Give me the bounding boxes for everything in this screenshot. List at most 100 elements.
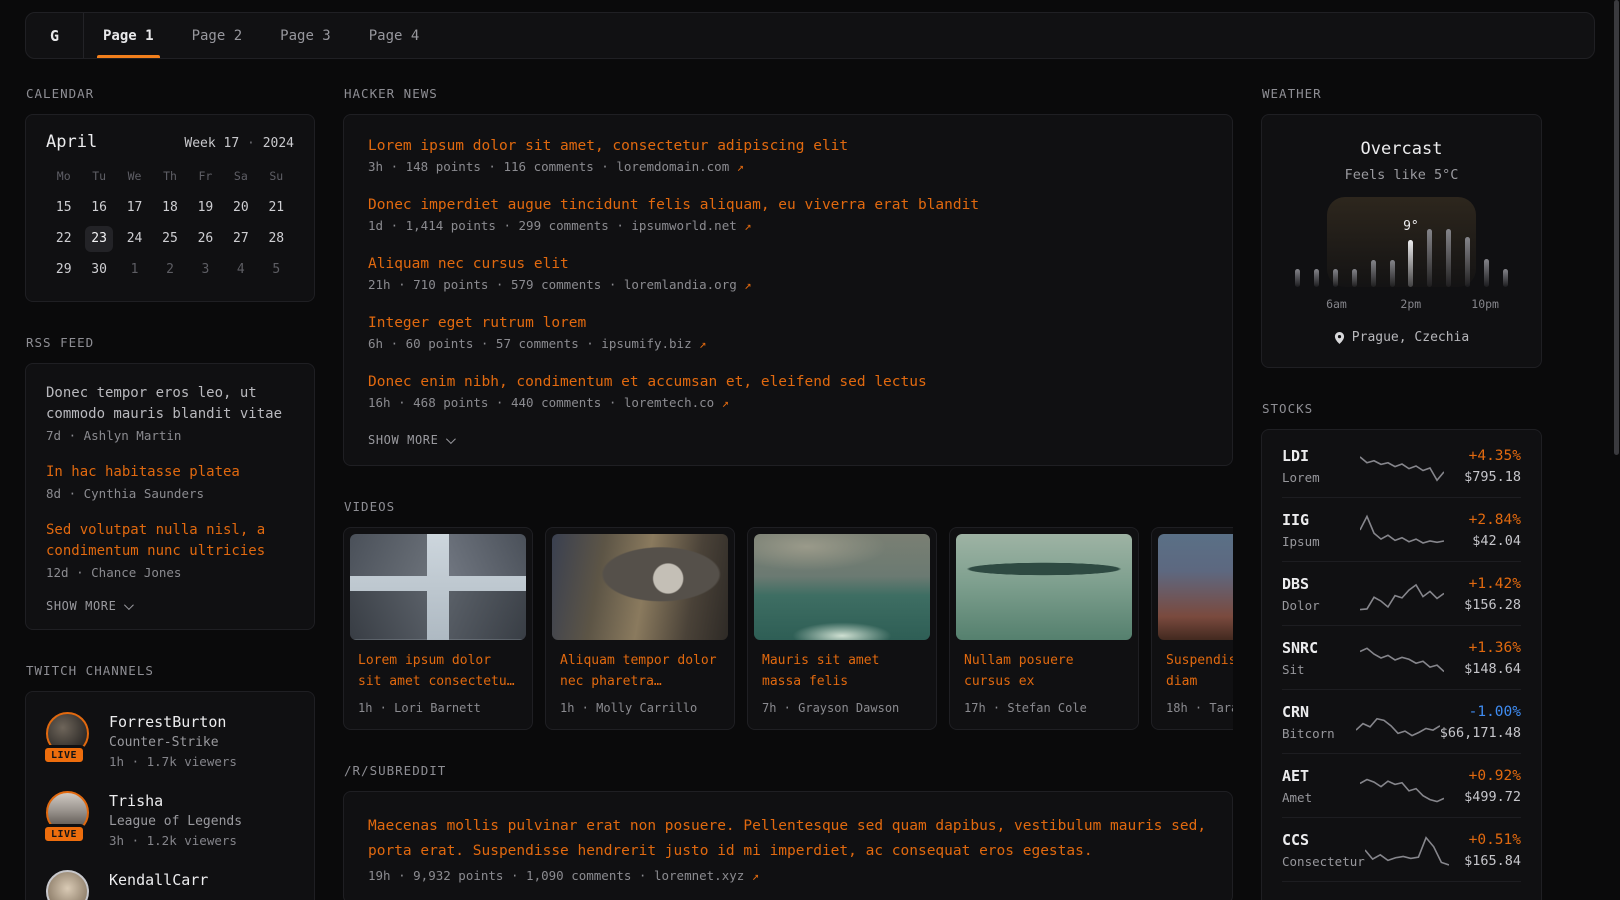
page: G Page 1 Page 2 Page 3 Page 4 CALENDAR A… bbox=[0, 0, 1620, 900]
twitch-channel-row[interactable]: LIVE ForrestBurton Counter-Strike 1h · 1… bbox=[46, 712, 294, 769]
right-column: WEATHER Overcast Feels like 5°C 9° 6am2p… bbox=[1261, 86, 1542, 900]
rss-item-meta: 7d · Ashlyn Martin bbox=[46, 428, 294, 443]
calendar-day: 23 bbox=[85, 226, 113, 252]
weather-bar bbox=[1333, 269, 1338, 287]
calendar-day: 27 bbox=[227, 226, 255, 252]
video-title: Nullam posuere cursus ex bbox=[964, 651, 1124, 693]
video-title: Aliquam tempor dolor nec pharetra… bbox=[560, 651, 720, 693]
calendar-day: 15 bbox=[50, 195, 78, 221]
weather-feels-like: Feels like 5°C bbox=[1286, 167, 1517, 183]
weather-time-labels: 6am2pm10pm bbox=[1290, 297, 1513, 313]
stock-change: +1.36% bbox=[1444, 640, 1522, 656]
scrollbar-thumb[interactable] bbox=[1614, 0, 1619, 455]
stock-ticker: CRN bbox=[1282, 703, 1356, 721]
weather-time-label: 6am bbox=[1326, 297, 1347, 311]
hn-item-title[interactable]: Donec enim nibh, condimentum et accumsan… bbox=[368, 374, 1208, 390]
video-title: Suspendis diam bbox=[1166, 651, 1233, 693]
calendar-day: 4 bbox=[227, 257, 255, 283]
live-badge: LIVE bbox=[42, 824, 86, 844]
stock-change: +0.92% bbox=[1444, 768, 1522, 784]
videos-row: Lorem ipsum dolor sit amet consectetu… 1… bbox=[343, 527, 1233, 730]
stock-change: +4.35% bbox=[1444, 448, 1522, 464]
stock-row: SNRC Sit +1.36% $148.64 bbox=[1282, 625, 1521, 689]
video-meta: 1h · Lori Barnett bbox=[358, 701, 518, 715]
calendar-month: April bbox=[46, 132, 97, 152]
weather-widget: Overcast Feels like 5°C 9° 6am2pm10pm Pr… bbox=[1261, 114, 1542, 368]
app-logo[interactable]: G bbox=[26, 13, 84, 58]
twitch-channel-row[interactable]: LIVE Trisha League of Legends 3h · 1.2k … bbox=[46, 791, 294, 848]
tab-page-2[interactable]: Page 2 bbox=[173, 13, 262, 58]
rss-item-title[interactable]: Sed volutpat nulla nisl, a condimentum n… bbox=[46, 520, 294, 562]
tab-page-4[interactable]: Page 4 bbox=[350, 13, 439, 58]
stock-sparkline bbox=[1360, 768, 1444, 804]
videos-heading: VIDEOS bbox=[344, 499, 1233, 514]
weather-heading: WEATHER bbox=[1262, 86, 1542, 101]
hn-item-meta: 3h · 148 points · 116 comments · loremdo… bbox=[368, 159, 1208, 174]
stocks-heading: STOCKS bbox=[1262, 401, 1542, 416]
twitch-widget: LIVE ForrestBurton Counter-Strike 1h · 1… bbox=[25, 691, 315, 900]
rss-item-title[interactable]: In hac habitasse platea bbox=[46, 462, 294, 483]
topbar: G Page 1 Page 2 Page 3 Page 4 bbox=[25, 12, 1595, 59]
chevron-down-icon bbox=[446, 434, 456, 444]
stock-sparkline bbox=[1356, 704, 1440, 740]
weather-time-label: 2pm bbox=[1400, 297, 1421, 311]
calendar-day: 3 bbox=[191, 257, 219, 283]
video-card[interactable]: Mauris sit amet massa felis 7h · Grayson… bbox=[747, 527, 937, 730]
rss-show-more-button[interactable]: SHOW MORE bbox=[46, 599, 294, 613]
external-link-icon[interactable]: ↗ bbox=[737, 160, 744, 174]
weather-bar bbox=[1352, 269, 1357, 287]
stock-ticker: DBS bbox=[1282, 575, 1360, 593]
hn-item: Lorem ipsum dolor sit amet, consectetur … bbox=[368, 138, 1208, 174]
hn-show-more-button[interactable]: SHOW MORE bbox=[368, 433, 1208, 447]
stock-row: AET Amet +0.92% $499.72 bbox=[1282, 753, 1521, 817]
video-card[interactable]: Nullam posuere cursus ex 17h · Stefan Co… bbox=[949, 527, 1139, 730]
stock-price: $148.64 bbox=[1444, 661, 1522, 677]
stock-price: $499.72 bbox=[1444, 789, 1522, 805]
hn-item-title[interactable]: Lorem ipsum dolor sit amet, consectetur … bbox=[368, 138, 1208, 154]
twitch-channel-meta: 1h · 1.7k viewers bbox=[109, 754, 237, 769]
weather-bar bbox=[1465, 237, 1470, 287]
video-card[interactable]: Aliquam tempor dolor nec pharetra… 1h · … bbox=[545, 527, 735, 730]
stock-row: DBSDolor +1.42%$156.28 bbox=[1282, 561, 1521, 625]
tab-label: Page 4 bbox=[369, 28, 420, 44]
weather-bar bbox=[1427, 229, 1432, 287]
stock-name: Amet bbox=[1282, 790, 1360, 805]
stock-ticker: CCS bbox=[1282, 831, 1365, 849]
twitch-channel-row[interactable]: KendallCarr bbox=[46, 870, 294, 900]
video-thumbnail bbox=[1158, 534, 1233, 640]
weather-bar bbox=[1484, 259, 1489, 287]
external-link-icon[interactable]: ↗ bbox=[744, 278, 751, 292]
hn-item-title[interactable]: Aliquam nec cursus elit bbox=[368, 256, 1208, 272]
stock-change: -1.00% bbox=[1440, 704, 1521, 720]
calendar-day: 22 bbox=[50, 226, 78, 252]
external-link-icon[interactable]: ↗ bbox=[752, 869, 759, 883]
hn-item-title[interactable]: Integer eget rutrum lorem bbox=[368, 315, 1208, 331]
external-link-icon[interactable]: ↗ bbox=[699, 337, 706, 351]
subreddit-widget: Maecenas mollis pulvinar erat non posuer… bbox=[343, 791, 1233, 900]
external-link-icon[interactable]: ↗ bbox=[744, 219, 751, 233]
rss-item: In hac habitasse platea 8d · Cynthia Sau… bbox=[46, 462, 294, 501]
stock-ticker: AET bbox=[1282, 767, 1360, 785]
video-meta: 1h · Molly Carrillo bbox=[560, 701, 720, 715]
stock-ticker: SNRC bbox=[1282, 639, 1360, 657]
stock-price: $66,171.48 bbox=[1440, 725, 1521, 741]
stock-row: IIGIpsum +2.84%$42.04 bbox=[1282, 497, 1521, 561]
hackernews-widget: Lorem ipsum dolor sit amet, consectetur … bbox=[343, 114, 1233, 466]
video-meta: 7h · Grayson Dawson bbox=[762, 701, 922, 715]
weather-condition: Overcast bbox=[1286, 139, 1517, 159]
hn-item-meta: 21h · 710 points · 579 comments · loreml… bbox=[368, 277, 1208, 292]
hn-item-title[interactable]: Donec imperdiet augue tincidunt felis al… bbox=[368, 197, 1208, 213]
tab-page-1[interactable]: Page 1 bbox=[84, 13, 173, 58]
stock-name: Dolor bbox=[1282, 598, 1360, 613]
video-title: Lorem ipsum dolor sit amet consectetu… bbox=[358, 651, 518, 693]
stock-name: Sit bbox=[1282, 662, 1360, 677]
rss-item-title[interactable]: Donec tempor eros leo, ut commodo mauris… bbox=[46, 383, 294, 425]
calendar-day: 18 bbox=[156, 195, 184, 221]
video-card[interactable]: Suspendis diam 18h · Tara bbox=[1151, 527, 1233, 730]
subreddit-post-title[interactable]: Maecenas mollis pulvinar erat non posuer… bbox=[368, 814, 1208, 864]
video-card[interactable]: Lorem ipsum dolor sit amet consectetu… 1… bbox=[343, 527, 533, 730]
stock-price: $42.04 bbox=[1444, 533, 1522, 549]
tab-page-3[interactable]: Page 3 bbox=[261, 13, 350, 58]
external-link-icon[interactable]: ↗ bbox=[722, 396, 729, 410]
weather-bar bbox=[1295, 269, 1300, 287]
